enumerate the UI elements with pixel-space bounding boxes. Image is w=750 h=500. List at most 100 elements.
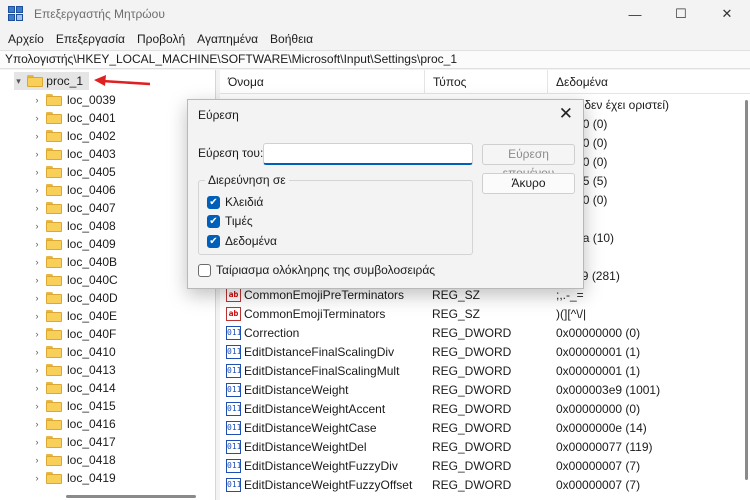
- tree-item[interactable]: › loc_0417: [32, 433, 116, 451]
- tree-item[interactable]: › loc_0408: [32, 217, 116, 235]
- reg-dword-icon: 011: [226, 345, 241, 359]
- find-next-button[interactable]: Εύρεση επομένου: [482, 144, 575, 180]
- checkbox-data[interactable]: ✔ Δεδομένα: [207, 233, 277, 249]
- tree-item[interactable]: › loc_0402: [32, 127, 116, 145]
- folder-icon: [46, 382, 62, 394]
- tree-item-label: loc_040D: [67, 291, 118, 305]
- chevron-right-icon[interactable]: ›: [32, 131, 42, 141]
- tree-item-label: loc_040B: [67, 255, 118, 269]
- column-type[interactable]: Τύπος: [425, 70, 548, 94]
- value-data: 0x0000000e (14): [556, 421, 647, 435]
- tree-item[interactable]: › loc_0418: [32, 451, 116, 469]
- tree-item[interactable]: › loc_0403: [32, 145, 116, 163]
- checkbox-match-whole[interactable]: Ταίριασμα ολόκληρης της συμβολοσειράς: [198, 262, 435, 278]
- chevron-right-icon[interactable]: ›: [32, 167, 42, 177]
- list-item[interactable]: 011 EditDistanceWeightAccent REG_DWORD 0x00…: [220, 400, 750, 419]
- chevron-right-icon[interactable]: ›: [32, 203, 42, 213]
- chevron-right-icon[interactable]: ›: [32, 149, 42, 159]
- tree-item[interactable]: › loc_0405: [32, 163, 116, 181]
- value-data: 00005 (5): [556, 174, 608, 188]
- tree-item-proc-1[interactable]: ▾ proc_1: [14, 72, 89, 90]
- maximize-button[interactable]: ☐: [658, 0, 704, 28]
- chevron-right-icon[interactable]: ›: [32, 257, 42, 267]
- chevron-right-icon[interactable]: ›: [32, 329, 42, 339]
- checkmark-icon[interactable]: ✔: [207, 214, 220, 228]
- close-button[interactable]: ✕: [704, 0, 750, 28]
- tree-item[interactable]: › loc_040F: [32, 325, 117, 343]
- value-name: CommonEmojiTerminators: [244, 307, 386, 321]
- value-type: REG_DWORD: [432, 383, 512, 397]
- menu-favorites[interactable]: Αγαπημένα: [191, 32, 264, 46]
- chevron-down-icon[interactable]: ▾: [14, 76, 23, 87]
- tree-item[interactable]: › loc_0413: [32, 361, 116, 379]
- chevron-right-icon[interactable]: ›: [32, 401, 42, 411]
- tree-item[interactable]: › loc_0401: [32, 109, 116, 127]
- tree-item[interactable]: › loc_040E: [32, 307, 118, 325]
- checkbox-keys[interactable]: ✔ Κλειδιά: [207, 194, 263, 210]
- chevron-right-icon[interactable]: ›: [32, 473, 42, 483]
- chevron-right-icon[interactable]: ›: [32, 455, 42, 465]
- checkbox-box[interactable]: [198, 263, 211, 277]
- find-label: Εύρεση του:: [198, 146, 264, 160]
- list-item[interactable]: 011 EditDistanceWeightCase REG_DWORD 0x0000…: [220, 419, 750, 438]
- chevron-right-icon[interactable]: ›: [32, 95, 42, 105]
- chevron-right-icon[interactable]: ›: [32, 311, 42, 321]
- list-item[interactable]: 011 EditDistanceWeightFuzzyDiv REG_DWORD 0x…: [220, 457, 750, 476]
- folder-icon: [46, 184, 62, 196]
- chevron-right-icon[interactable]: ›: [32, 437, 42, 447]
- tree-item[interactable]: › loc_0414: [32, 379, 116, 397]
- address-bar[interactable]: Υπολογιστής\HKEY_LOCAL_MACHINE\SOFTWARE\…: [0, 50, 750, 69]
- tree-item-label: loc_0408: [67, 219, 116, 233]
- checkmark-icon[interactable]: ✔: [207, 195, 220, 209]
- tree-item[interactable]: › loc_0419: [32, 469, 116, 487]
- list-item[interactable]: 011 Correction REG_DWORD 0x00000000 (0): [220, 324, 750, 343]
- checkbox-values[interactable]: ✔ Τιμές: [207, 213, 253, 229]
- list-item[interactable]: 011 EditDistanceWeight REG_DWORD 0x000003e9…: [220, 381, 750, 400]
- tree-item[interactable]: › loc_040B: [32, 253, 118, 271]
- folder-icon: [46, 94, 62, 106]
- folder-icon: [46, 472, 62, 484]
- key-tree[interactable]: ▾ proc_1 › loc_0039 › loc_0401 › loc_0402 › loc…: [0, 70, 216, 500]
- close-icon[interactable]: ✕: [559, 104, 573, 124]
- tree-item-label: loc_0405: [67, 165, 116, 179]
- tree-item[interactable]: › loc_040C: [32, 271, 118, 289]
- chevron-right-icon[interactable]: ›: [32, 221, 42, 231]
- value-type: REG_SZ: [432, 307, 481, 321]
- checkbox-label: Κλειδιά: [225, 195, 264, 209]
- chevron-right-icon[interactable]: ›: [32, 347, 42, 357]
- tree-item[interactable]: › loc_0039: [32, 91, 116, 109]
- column-name[interactable]: Όνομα: [220, 70, 425, 94]
- tree-item[interactable]: › loc_0406: [32, 181, 116, 199]
- menu-view[interactable]: Προβολή: [131, 32, 191, 46]
- chevron-right-icon[interactable]: ›: [32, 275, 42, 285]
- list-item[interactable]: 011 EditDistanceWeightDel REG_DWORD 0x00000…: [220, 438, 750, 457]
- chevron-right-icon[interactable]: ›: [32, 419, 42, 429]
- column-data[interactable]: Δεδομένα: [548, 70, 750, 94]
- list-scrollbar[interactable]: [745, 100, 748, 480]
- menu-help[interactable]: Βοήθεια: [264, 32, 319, 46]
- tree-item[interactable]: › loc_0407: [32, 199, 116, 217]
- tree-item[interactable]: › loc_0410: [32, 343, 116, 361]
- list-item[interactable]: 011 EditDistanceFinalScalingMult REG_DWORD…: [220, 362, 750, 381]
- list-item[interactable]: 011 EditDistanceFinalScalingDiv REG_DWORD 0…: [220, 343, 750, 362]
- minimize-button[interactable]: —: [612, 0, 658, 28]
- chevron-right-icon[interactable]: ›: [32, 185, 42, 195]
- tree-item[interactable]: › loc_0415: [32, 397, 116, 415]
- tree-item[interactable]: › loc_0416: [32, 415, 116, 433]
- menu-file[interactable]: Αρχείο: [2, 32, 50, 46]
- tree-scrollbar[interactable]: [66, 495, 196, 498]
- chevron-right-icon[interactable]: ›: [32, 239, 42, 249]
- list-item[interactable]: ab CommonEmojiTerminators REG_SZ)(][^\/|: [220, 305, 750, 324]
- folder-icon: [46, 202, 62, 214]
- cancel-button[interactable]: Άκυρο: [482, 173, 575, 194]
- list-item[interactable]: 011 EditDistanceWeightFuzzyOffset REG_DWOR…: [220, 476, 750, 495]
- chevron-right-icon[interactable]: ›: [32, 293, 42, 303]
- checkmark-icon[interactable]: ✔: [207, 234, 220, 248]
- tree-item[interactable]: › loc_0409: [32, 235, 116, 253]
- tree-item[interactable]: › loc_040D: [32, 289, 118, 307]
- chevron-right-icon[interactable]: ›: [32, 383, 42, 393]
- chevron-right-icon[interactable]: ›: [32, 365, 42, 375]
- chevron-right-icon[interactable]: ›: [32, 113, 42, 123]
- search-input[interactable]: [263, 143, 473, 165]
- menu-edit[interactable]: Επεξεργασία: [50, 32, 131, 46]
